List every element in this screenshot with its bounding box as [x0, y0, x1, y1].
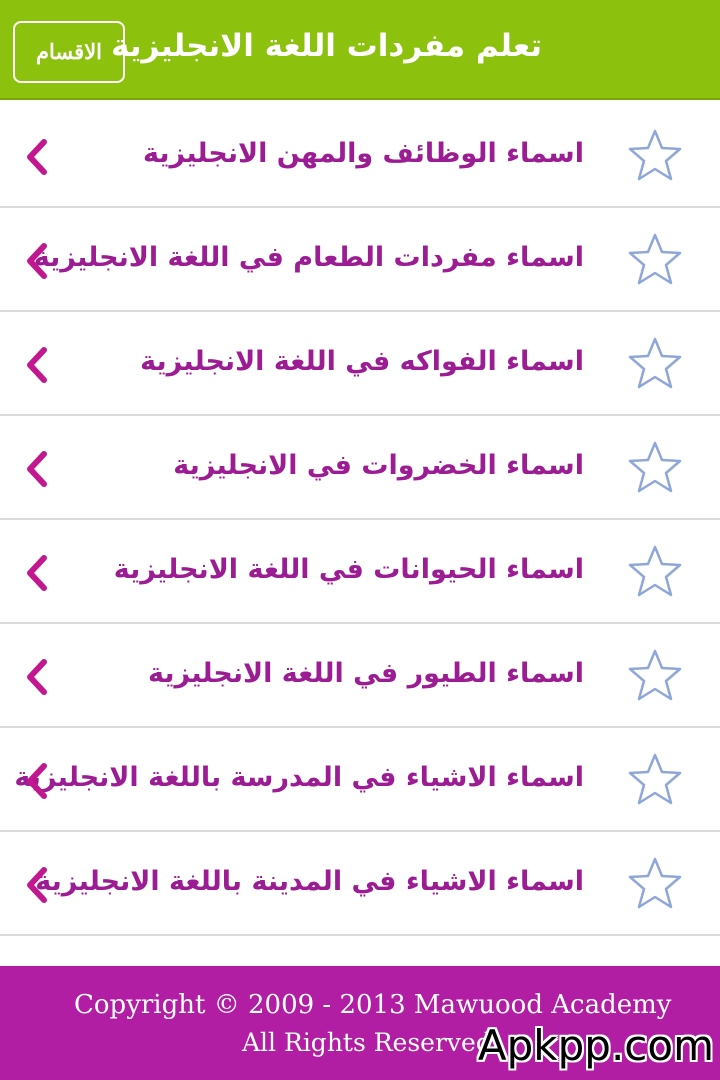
chevron-left-icon [27, 555, 47, 591]
star-outline-icon[interactable] [626, 543, 684, 601]
watermark: Apkpp.com [477, 1021, 714, 1070]
list-item[interactable]: اسماء الحيوانات في اللغة الانجليزية [0, 520, 720, 624]
star-outline-icon[interactable] [626, 855, 684, 913]
star-outline-icon[interactable] [626, 231, 684, 289]
list-item[interactable]: اسماء الفواكه في اللغة الانجليزية [0, 312, 720, 416]
chevron-left-icon [27, 451, 47, 487]
list-item[interactable]: اسماء الخضروات في الانجليزية [0, 416, 720, 520]
list-item-label: اسماء الفواكه في اللغة الانجليزية [140, 346, 584, 377]
star-outline-icon[interactable] [626, 751, 684, 809]
list-item-label: اسماء مفردات الطعام في اللغة الانجليزية [33, 242, 584, 273]
app-title: تعلم مفردات اللغة الانجليزية [111, 28, 542, 64]
list-item-label: اسماء الاشياء في المدينة باللغة الانجليز… [35, 866, 584, 897]
chevron-left-icon [27, 139, 47, 175]
list-item[interactable]: اسماء مفردات الطعام في اللغة الانجليزية [0, 208, 720, 312]
list-item[interactable]: اسماء الاشياء في المدينة باللغة الانجليز… [0, 832, 720, 936]
list-item-label: اسماء الطيور في اللغة الانجليزية [148, 658, 584, 689]
star-outline-icon[interactable] [626, 439, 684, 497]
star-outline-icon[interactable] [626, 647, 684, 705]
star-outline-icon[interactable] [626, 335, 684, 393]
sections-button[interactable]: الاقسام [13, 21, 125, 83]
chevron-left-icon [27, 867, 47, 903]
rights-text: All Rights Reserved [242, 1028, 492, 1057]
list-item-label: اسماء الوظائف والمهن الانجليزية [143, 138, 584, 169]
chevron-left-icon [27, 659, 47, 695]
list-item[interactable]: اسماء الوظائف والمهن الانجليزية [0, 104, 720, 208]
category-list: اسماء الوظائف والمهن الانجليزية اسماء مف… [0, 104, 720, 936]
list-item[interactable]: اسماء الطيور في اللغة الانجليزية [0, 624, 720, 728]
app-header: تعلم مفردات اللغة الانجليزية الاقسام [0, 0, 720, 100]
star-outline-icon[interactable] [626, 127, 684, 185]
list-item-label: اسماء الحيوانات في اللغة الانجليزية [113, 554, 584, 585]
chevron-left-icon [27, 243, 47, 279]
chevron-left-icon [27, 347, 47, 383]
list-item-label: اسماء الخضروات في الانجليزية [173, 450, 584, 481]
copyright-text: Copyright © 2009 - 2013 Mawuood Academy [74, 990, 672, 1020]
list-item[interactable]: اسماء الاشياء في المدرسة باللغة الانجليز… [0, 728, 720, 832]
chevron-left-icon [27, 763, 47, 799]
list-item-label: اسماء الاشياء في المدرسة باللغة الانجليز… [14, 762, 584, 793]
